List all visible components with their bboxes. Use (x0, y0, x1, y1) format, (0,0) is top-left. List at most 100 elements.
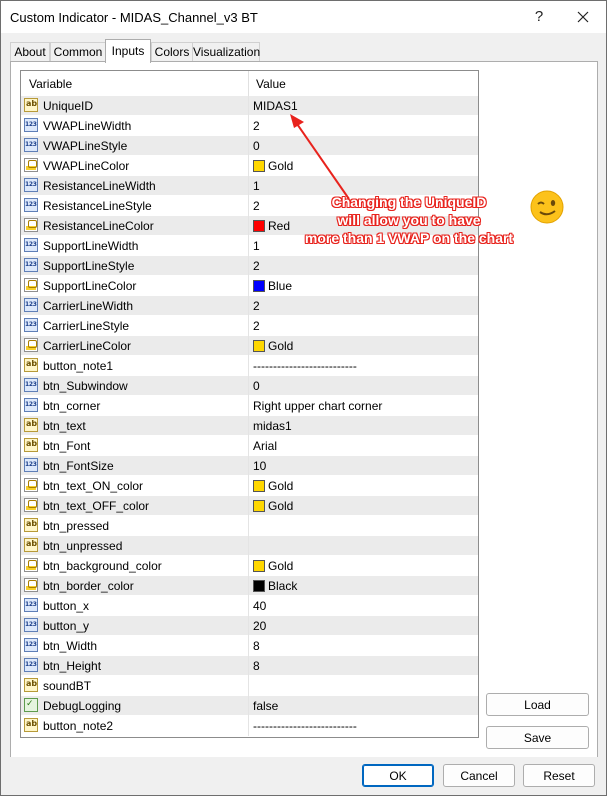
numeric-type-icon: 123 (24, 238, 38, 252)
help-button[interactable]: ? (529, 7, 549, 27)
table-row[interactable]: ab btn_text midas1 (21, 416, 478, 436)
table-row[interactable]: 123 btn_Subwindow 0 (21, 376, 478, 396)
table-row[interactable]: ab UniqueID MIDAS1 (21, 96, 478, 116)
variable-name: ResistanceLineStyle (43, 199, 152, 213)
string-type-icon: ab (24, 98, 38, 112)
value-cell[interactable]: Blue (249, 276, 478, 296)
table-row[interactable]: 123 btn_Width 8 (21, 636, 478, 656)
variable-cell: ab button_note1 (21, 356, 248, 376)
table-row[interactable]: 123 button_y 20 (21, 616, 478, 636)
value-cell[interactable]: Gold (249, 496, 478, 516)
load-button[interactable]: Load (486, 693, 589, 716)
table-row[interactable]: ab btn_Font Arial (21, 436, 478, 456)
value-cell[interactable]: 2 (249, 256, 478, 276)
header-variable[interactable]: Variable (29, 77, 72, 91)
variable-name: btn_pressed (43, 519, 110, 533)
value-cell[interactable]: -------------------------- (249, 356, 478, 376)
table-row[interactable]: btn_text_ON_color Gold (21, 476, 478, 496)
variable-cell: 123 button_x (21, 596, 248, 616)
inputs-grid: Variable Value ab UniqueID MIDAS1 123 VWAPLi… (20, 70, 479, 738)
value-cell[interactable]: Right upper chart corner (249, 396, 478, 416)
value-cell[interactable]: midas1 (249, 416, 478, 436)
value-text: Gold (268, 559, 294, 573)
tab-inputs[interactable]: Inputs (105, 39, 151, 63)
value-text: 10 (253, 459, 267, 473)
table-row[interactable]: ab btn_pressed (21, 516, 478, 536)
color-type-icon (24, 218, 38, 232)
color-swatch (253, 340, 265, 352)
boolean-type-icon: ✓ (24, 698, 38, 712)
variable-name: btn_Width (43, 639, 98, 653)
variable-cell: ab soundBT (21, 676, 248, 696)
variable-cell: ResistanceLineColor (21, 216, 248, 236)
table-row[interactable]: CarrierLineColor Gold (21, 336, 478, 356)
value-cell[interactable]: 2 (249, 316, 478, 336)
value-cell[interactable]: Gold (249, 556, 478, 576)
header-divider[interactable] (248, 71, 249, 96)
value-cell[interactable]: Black (249, 576, 478, 596)
table-row[interactable]: VWAPLineColor Gold (21, 156, 478, 176)
variable-name: soundBT (43, 679, 92, 693)
color-swatch (253, 280, 265, 292)
reset-button[interactable]: Reset (523, 764, 595, 787)
table-row[interactable]: btn_text_OFF_color Gold (21, 496, 478, 516)
table-row[interactable]: btn_background_color Gold (21, 556, 478, 576)
value-cell[interactable]: 8 (249, 636, 478, 656)
save-button[interactable]: Save (486, 726, 589, 749)
table-row[interactable]: ab btn_unpressed (21, 536, 478, 556)
table-row[interactable]: SupportLineColor Blue (21, 276, 478, 296)
variable-cell: 123 ResistanceLineWidth (21, 176, 248, 196)
value-cell[interactable] (249, 516, 478, 536)
value-cell[interactable]: 8 (249, 656, 478, 676)
value-cell[interactable]: 40 (249, 596, 478, 616)
numeric-type-icon: 123 (24, 118, 38, 132)
table-row[interactable]: ab soundBT (21, 676, 478, 696)
numeric-type-icon: 123 (24, 258, 38, 272)
table-row[interactable]: 123 btn_Height 8 (21, 656, 478, 676)
table-row[interactable]: 123 SupportLineStyle 2 (21, 256, 478, 276)
table-row[interactable]: 123 CarrierLineWidth 2 (21, 296, 478, 316)
table-row[interactable]: 123 btn_corner Right upper chart corner (21, 396, 478, 416)
annotation-arrow (290, 114, 350, 200)
variable-name: SupportLineWidth (43, 239, 139, 253)
table-row[interactable]: 123 VWAPLineWidth 2 (21, 116, 478, 136)
tab-common[interactable]: Common (50, 42, 106, 62)
close-button[interactable] (573, 7, 593, 27)
value-cell[interactable]: 10 (249, 456, 478, 476)
table-row[interactable]: ab button_note2 -------------------------- (21, 716, 478, 736)
value-cell[interactable]: 2 (249, 296, 478, 316)
value-cell[interactable]: 20 (249, 616, 478, 636)
ok-button[interactable]: OK (362, 764, 434, 787)
value-cell[interactable]: -------------------------- (249, 716, 478, 736)
variable-name: SupportLineColor (43, 279, 137, 293)
tab-visualization[interactable]: Visualization (192, 42, 260, 62)
variable-name: UniqueID (43, 99, 94, 113)
variable-name: DebugLogging (43, 699, 122, 713)
value-text: 2 (253, 299, 260, 313)
table-row[interactable]: 123 CarrierLineStyle 2 (21, 316, 478, 336)
value-cell[interactable]: 0 (249, 376, 478, 396)
variable-cell: 123 CarrierLineWidth (21, 296, 248, 316)
table-row[interactable]: ab button_note1 -------------------------- (21, 356, 478, 376)
value-text: 1 (253, 239, 260, 253)
string-type-icon: ab (24, 438, 38, 452)
value-cell[interactable]: false (249, 696, 478, 716)
value-cell[interactable] (249, 536, 478, 556)
header-value[interactable]: Value (256, 77, 286, 91)
table-row[interactable]: 123 btn_FontSize 10 (21, 456, 478, 476)
value-cell[interactable]: Gold (249, 336, 478, 356)
variable-name: ResistanceLineWidth (43, 179, 156, 193)
tab-colors[interactable]: Colors (151, 42, 193, 62)
tab-about[interactable]: About (10, 42, 50, 62)
table-row[interactable]: btn_border_color Black (21, 576, 478, 596)
table-row[interactable]: ✓ DebugLogging false (21, 696, 478, 716)
table-row[interactable]: 123 button_x 40 (21, 596, 478, 616)
value-cell[interactable]: Arial (249, 436, 478, 456)
table-row[interactable]: 123 VWAPLineStyle 0 (21, 136, 478, 156)
variable-name: button_x (43, 599, 90, 613)
value-cell[interactable] (249, 676, 478, 696)
variable-name: VWAPLineColor (43, 159, 130, 173)
variable-cell: btn_border_color (21, 576, 248, 596)
cancel-button[interactable]: Cancel (443, 764, 515, 787)
value-cell[interactable]: Gold (249, 476, 478, 496)
